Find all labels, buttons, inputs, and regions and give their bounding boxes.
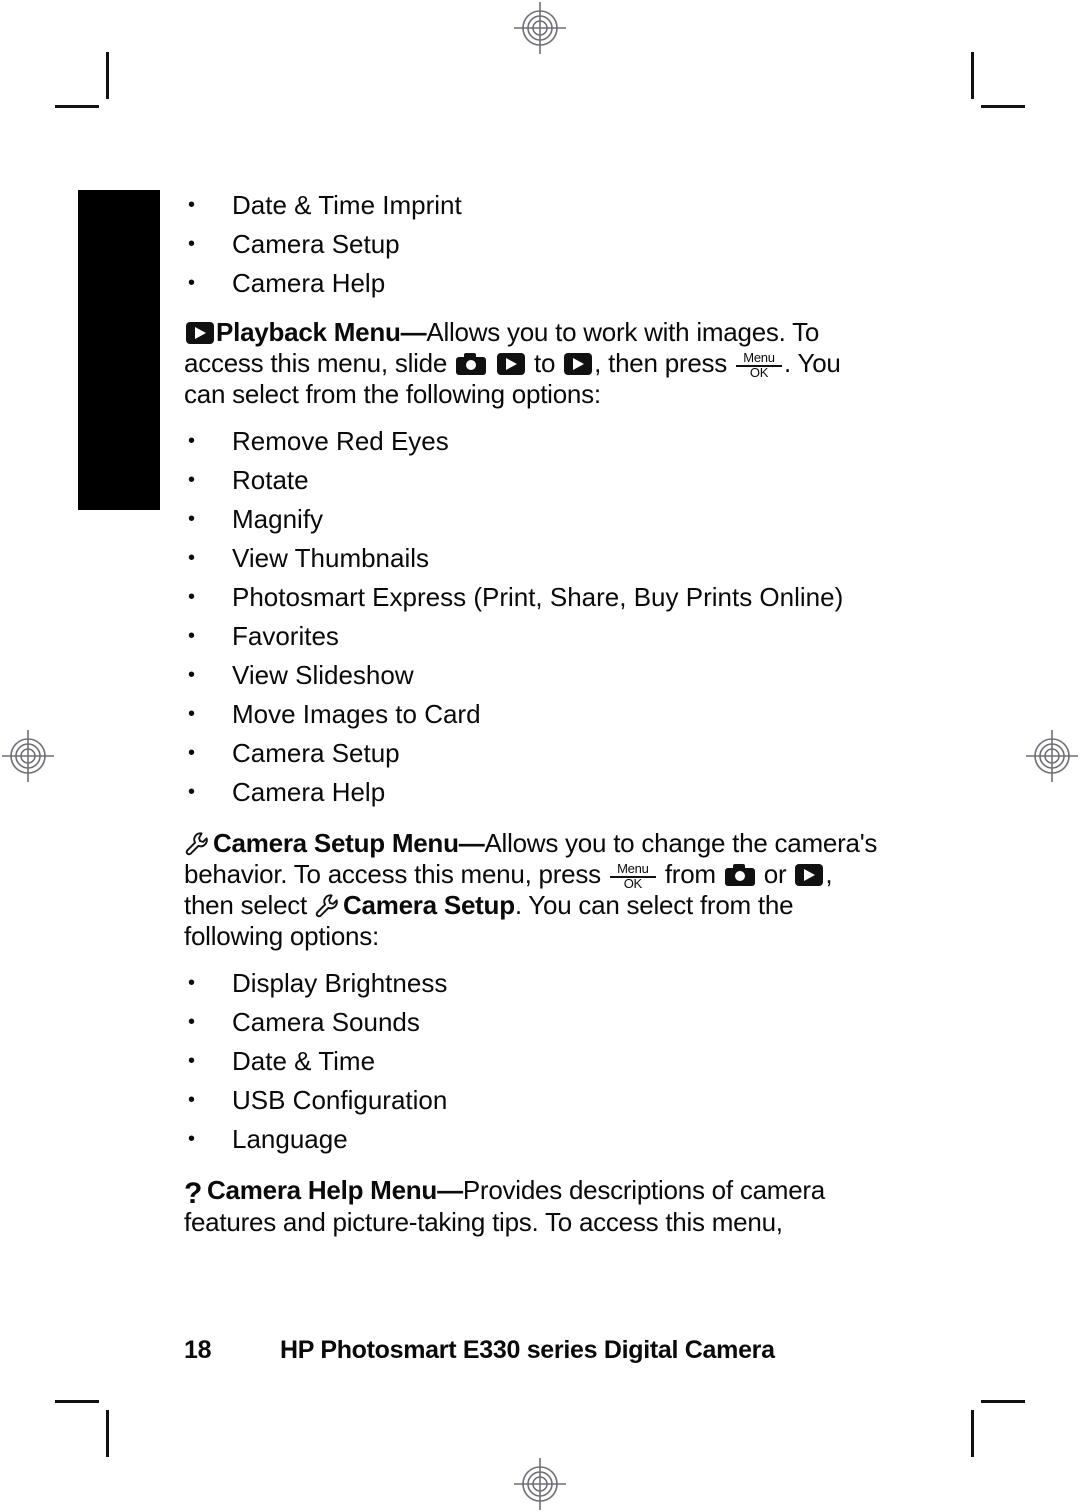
- page-number: 18: [184, 1336, 212, 1364]
- list-item: Camera Setup: [184, 734, 884, 773]
- playback-menu-title: Playback Menu: [216, 317, 401, 347]
- em-dash: —: [400, 317, 427, 347]
- camera-setup-menu-text-2: from: [664, 859, 716, 889]
- list-item: Date & Time Imprint: [184, 186, 884, 225]
- em-dash: —: [458, 828, 485, 858]
- camera-setup-select-label: Camera Setup: [342, 890, 515, 920]
- menu-ok-top-label: Menu: [743, 350, 775, 365]
- menu-ok-top-label: Menu: [617, 861, 649, 876]
- playback-icon: [186, 322, 214, 344]
- camera-setup-menu-title: Camera Setup: [213, 828, 385, 858]
- wrench-icon: [314, 893, 340, 919]
- menu-ok-bottom-label: OK: [623, 876, 643, 891]
- menu-ok-bottom-label: OK: [749, 365, 769, 380]
- playback-icon: [497, 353, 526, 375]
- list-item: Favorites: [184, 617, 884, 656]
- camera-setup-options-list: Display Brightness Camera Sounds Date & …: [184, 964, 884, 1159]
- page-body: Date & Time Imprint Camera Setup Camera …: [184, 186, 884, 1250]
- wrench-icon: [184, 831, 210, 857]
- list-item: Remove Red Eyes: [184, 422, 884, 461]
- list-item: Camera Sounds: [184, 1003, 884, 1042]
- menu-ok-button-icon: Menu OK: [736, 350, 783, 380]
- camera-help-menu-paragraph: ? Camera Help Menu—Provides descriptions …: [184, 1175, 884, 1238]
- language-thumb-tab: English: [78, 190, 160, 510]
- book-title: HP Photosmart E330 series Digital Camera: [280, 1336, 775, 1364]
- page-footer: 18 HP Photosmart E330 series Digital Cam…: [184, 1336, 944, 1365]
- list-item: Language: [184, 1120, 884, 1159]
- camera-icon: [724, 864, 755, 886]
- camera-setup-menu-title-suffix: Menu: [384, 828, 459, 858]
- playback-menu-paragraph: Playback Menu—Allows you to work with im…: [184, 317, 884, 410]
- playback-menu-text-3: , then press: [594, 348, 728, 378]
- camera-setup-menu-text-3: or: [763, 859, 787, 889]
- list-item: View Slideshow: [184, 656, 884, 695]
- manual-page: English Date & Time Imprint Camera Setup…: [0, 0, 1080, 1512]
- playback-icon: [564, 353, 593, 375]
- playback-menu-text-2: to: [534, 348, 556, 378]
- camera-help-menu-title: Camera Help Menu: [207, 1175, 438, 1205]
- list-item: USB Configuration: [184, 1081, 884, 1120]
- playback-menu-options-list: Remove Red Eyes Rotate Magnify View Thum…: [184, 422, 884, 812]
- menu-ok-button-icon: Menu OK: [609, 861, 656, 891]
- list-item: Camera Setup: [184, 225, 884, 264]
- list-item: Camera Help: [184, 264, 884, 303]
- question-icon: ?: [184, 1177, 203, 1210]
- list-item: Camera Help: [184, 773, 884, 812]
- camera-icon: [456, 353, 487, 375]
- camera-setup-menu-paragraph: Camera Setup Menu—Allows you to change t…: [184, 828, 884, 952]
- list-item: Rotate: [184, 461, 884, 500]
- list-item: Display Brightness: [184, 964, 884, 1003]
- list-item: Move Images to Card: [184, 695, 884, 734]
- list-item: Magnify: [184, 500, 884, 539]
- em-dash: —: [437, 1175, 463, 1205]
- playback-icon: [795, 864, 824, 886]
- capture-menu-tail-list: Date & Time Imprint Camera Setup Camera …: [184, 186, 884, 303]
- list-item: View Thumbnails: [184, 539, 884, 578]
- list-item: Photosmart Express (Print, Share, Buy Pr…: [184, 578, 884, 617]
- list-item: Date & Time: [184, 1042, 884, 1081]
